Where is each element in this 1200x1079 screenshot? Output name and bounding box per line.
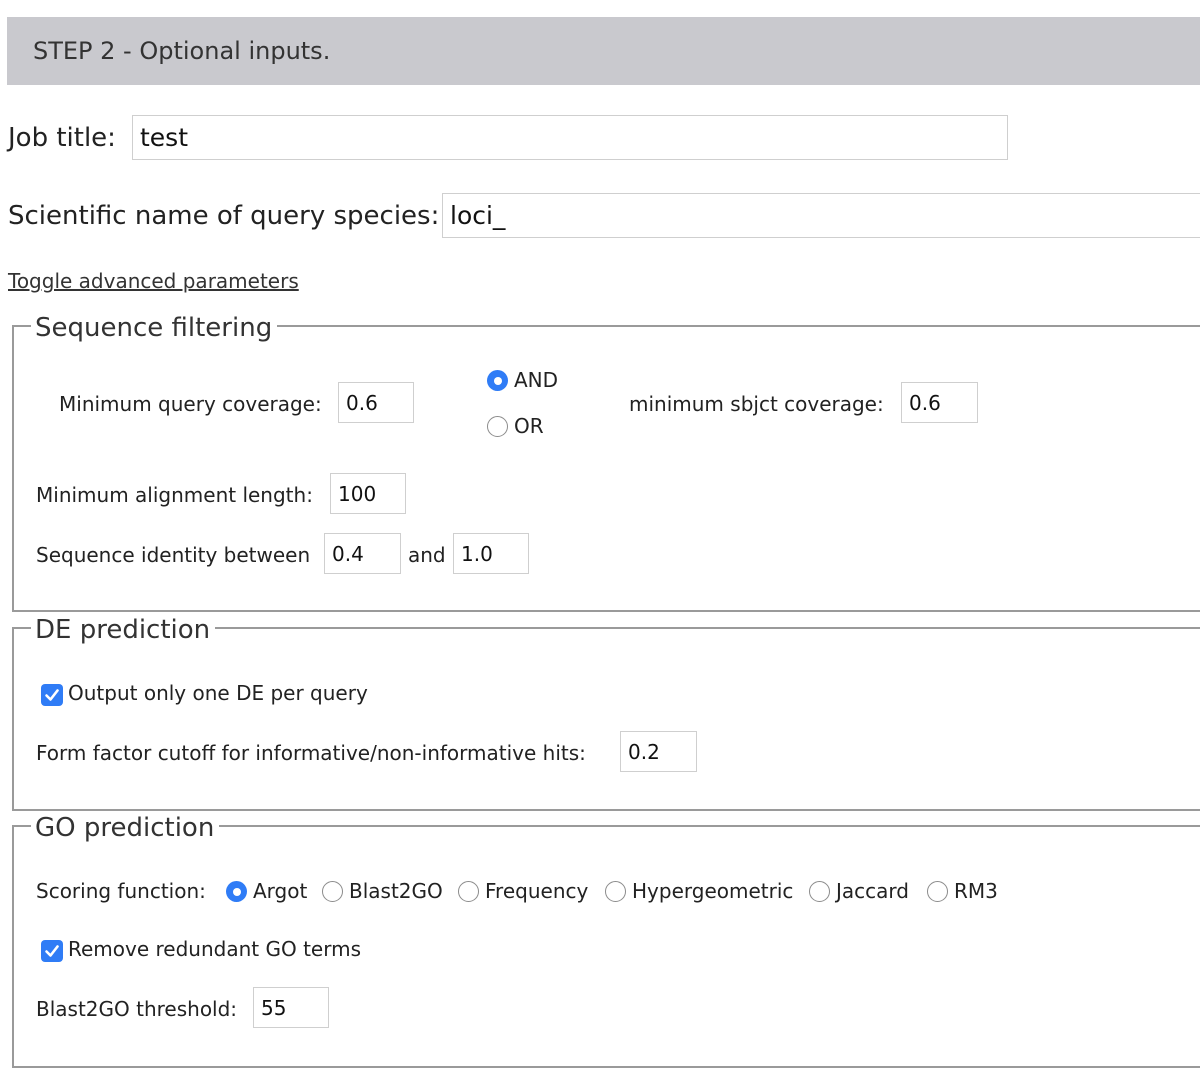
or-radio[interactable] [487, 416, 508, 437]
step-title: STEP 2 - Optional inputs. [33, 37, 331, 65]
sequence-filtering-legend: Sequence filtering [31, 313, 278, 343]
job-title-input[interactable] [132, 115, 1008, 160]
scoring-radio-hypergeometric[interactable] [605, 881, 626, 902]
identity-max-input[interactable] [453, 533, 529, 574]
scoring-radio-rm3[interactable] [927, 881, 948, 902]
blast2go-threshold-label: Blast2GO threshold: [36, 997, 238, 1021]
one-de-checkbox[interactable] [41, 684, 63, 706]
remove-redundant-checkbox[interactable] [41, 940, 63, 962]
and-radio[interactable] [487, 370, 508, 391]
scoring-label-hypergeometric: Hypergeometric [632, 879, 794, 903]
scoring-label-jaccard: Jaccard [836, 879, 909, 903]
scoring-label-argot: Argot [253, 879, 308, 903]
scoring-label-frequency: Frequency [485, 879, 589, 903]
min-query-coverage-input[interactable] [338, 382, 414, 423]
min-sbjct-coverage-label: minimum sbjct coverage: [629, 392, 884, 416]
species-input[interactable] [442, 193, 1200, 238]
remove-redundant-label: Remove redundant GO terms [68, 937, 361, 961]
species-label: Scientific name of query species: [8, 201, 440, 231]
identity-min-input[interactable] [324, 533, 401, 574]
min-alignment-length-label: Minimum alignment length: [36, 483, 313, 507]
toggle-advanced-link[interactable]: Toggle advanced parameters [8, 269, 299, 293]
scoring-label-rm3: RM3 [954, 879, 998, 903]
page: STEP 2 - Optional inputs. Job title: Sci… [0, 0, 1200, 1079]
scoring-radio-jaccard[interactable] [809, 881, 830, 902]
de-prediction-fieldset [12, 627, 1200, 811]
scoring-radio-argot[interactable] [226, 881, 247, 902]
one-de-label: Output only one DE per query [68, 681, 368, 705]
go-prediction-legend: GO prediction [31, 813, 220, 843]
scoring-radio-blast2go[interactable] [322, 881, 343, 902]
identity-and-label: and [408, 543, 446, 567]
scoring-label-blast2go: Blast2GO [349, 879, 443, 903]
de-prediction-legend: DE prediction [31, 615, 216, 645]
form-factor-input[interactable] [620, 731, 697, 772]
min-query-coverage-label: Minimum query coverage: [59, 392, 322, 416]
min-sbjct-coverage-input[interactable] [901, 382, 978, 423]
checkmark-icon [45, 689, 59, 701]
or-label: OR [514, 414, 544, 438]
and-label: AND [514, 368, 559, 392]
step-header: STEP 2 - Optional inputs. [7, 17, 1200, 85]
checkmark-icon [45, 945, 59, 957]
sequence-filtering-fieldset [12, 325, 1200, 612]
form-factor-label: Form factor cutoff for informative/non-i… [36, 741, 586, 765]
sequence-identity-label: Sequence identity between [36, 543, 311, 567]
scoring-function-label: Scoring function: [36, 879, 206, 903]
blast2go-threshold-input[interactable] [253, 987, 329, 1028]
scoring-radio-frequency[interactable] [458, 881, 479, 902]
min-alignment-length-input[interactable] [330, 473, 406, 514]
job-title-label: Job title: [8, 123, 116, 153]
